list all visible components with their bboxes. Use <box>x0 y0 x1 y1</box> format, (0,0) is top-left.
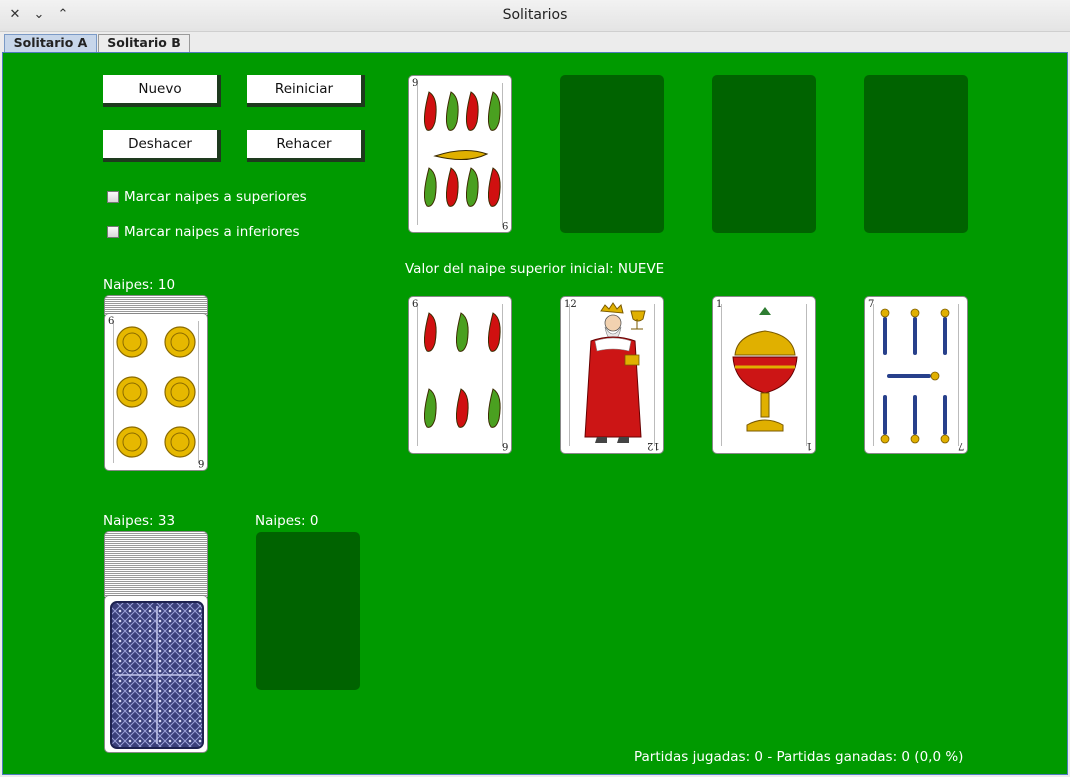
waste-count-label: Naipes: 0 <box>255 513 319 529</box>
mark-lower-label: Marcar naipes a inferiores <box>124 224 300 240</box>
mark-lower-checkbox[interactable]: Marcar naipes a inferiores <box>107 222 367 242</box>
stock-stack-edge <box>104 531 208 597</box>
reserve-count-label: Naipes: 10 <box>103 277 176 293</box>
tableau-card-4[interactable]: 7 7 <box>864 296 968 454</box>
undo-button[interactable]: Deshacer <box>103 130 221 162</box>
espadas-suit-icon <box>880 308 950 444</box>
new-game-button[interactable]: Nuevo <box>103 75 221 107</box>
initial-value-text: Valor del naipe superior inicial: NUEVE <box>405 261 665 277</box>
tableau-card-1[interactable]: 6 6 <box>408 296 512 454</box>
mark-upper-label: Marcar naipes a superiores <box>124 189 307 205</box>
copas-suit-icon <box>732 307 798 432</box>
tableau-card-3[interactable]: 1 1 <box>712 296 816 454</box>
window-title: Solitarios <box>502 7 568 23</box>
tab-bar: Solitario A Solitario B <box>0 32 1070 52</box>
title-bar: ✕ ⌄ ⌃ Solitarios <box>0 0 1070 32</box>
oros-suit-icon <box>116 326 196 458</box>
foundation-empty-slot-4[interactable] <box>864 75 968 233</box>
game-table: Nuevo Reiniciar Deshacer Rehacer Marcar … <box>2 52 1068 775</box>
foundation-card-1[interactable]: 9 9 <box>408 75 512 233</box>
app-window: ✕ ⌄ ⌃ Solitarios Solitario A Solitario B… <box>0 0 1070 777</box>
checkbox-box[interactable] <box>107 191 119 203</box>
restart-button[interactable]: Reiniciar <box>247 75 365 107</box>
tab-solitario-a[interactable]: Solitario A <box>4 34 97 52</box>
tableau-card-2[interactable]: 12 12 <box>560 296 664 454</box>
checkbox-box[interactable] <box>107 226 119 238</box>
waste-empty-slot[interactable] <box>256 532 360 690</box>
stock-card-back[interactable] <box>104 595 208 753</box>
foundation-empty-slot-3[interactable] <box>712 75 816 233</box>
mark-upper-checkbox[interactable]: Marcar naipes a superiores <box>107 187 367 207</box>
tab-solitario-b[interactable]: Solitario B <box>98 34 190 52</box>
bastos-suit-icon <box>423 91 501 207</box>
card-back-pattern-icon <box>110 601 204 749</box>
king-figure-icon <box>584 302 646 443</box>
redo-button[interactable]: Rehacer <box>247 130 365 162</box>
game-stats-text: Partidas jugadas: 0 - Partidas ganadas: … <box>634 749 964 765</box>
stock-count-label: Naipes: 33 <box>103 513 176 529</box>
reserve-stack-edge <box>104 295 208 315</box>
foundation-empty-slot-2[interactable] <box>560 75 664 233</box>
bastos-suit-icon <box>423 312 501 428</box>
reserve-top-card[interactable]: 6 6 <box>104 313 208 471</box>
